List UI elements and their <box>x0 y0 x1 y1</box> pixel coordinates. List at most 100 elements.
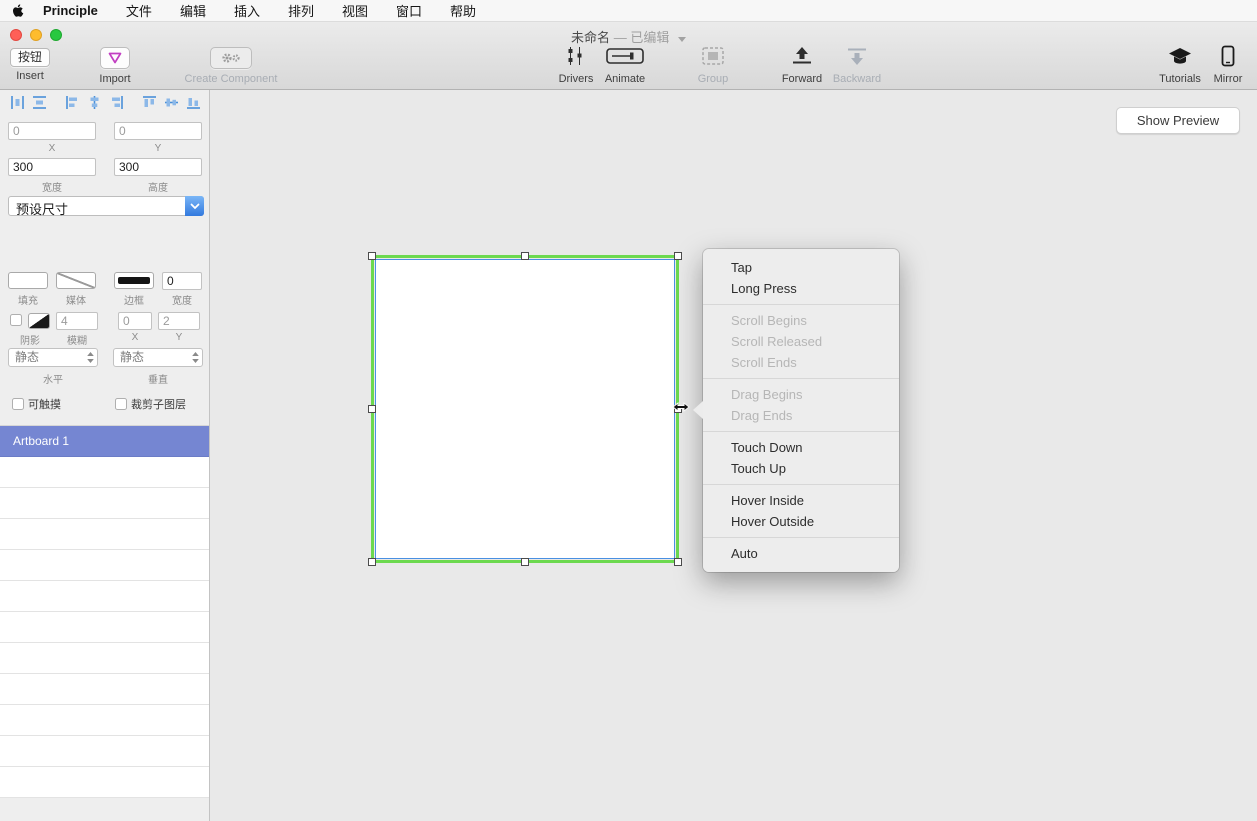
menu-item-tap[interactable]: Tap <box>703 257 899 278</box>
height-input[interactable] <box>114 158 202 176</box>
touchable-checkbox[interactable]: 可触摸 <box>12 396 61 412</box>
resize-handle-top[interactable] <box>521 252 529 260</box>
layer-row-artboard-1[interactable]: Artboard 1 <box>0 426 209 457</box>
horizontal-mode-popup[interactable]: 静态 <box>8 348 98 367</box>
menu-view[interactable]: 视图 <box>342 1 368 20</box>
align-left-icon[interactable] <box>65 95 80 110</box>
menu-item-scroll-ends: Scroll Ends <box>703 352 899 373</box>
window-title: 未命名 — 已编辑 <box>0 27 1257 46</box>
resize-handle-top-left[interactable] <box>368 252 376 260</box>
menu-item-drag-ends: Drag Ends <box>703 405 899 426</box>
clip-sublayers-checkbox[interactable]: 裁剪子图层 <box>115 396 186 412</box>
menu-arrange[interactable]: 排列 <box>288 1 314 20</box>
blur-input[interactable] <box>56 312 98 330</box>
vertical-mode-popup[interactable]: 静态 <box>113 348 203 367</box>
border-width-label: 宽度 <box>162 292 202 307</box>
animate-tool[interactable]: Animate <box>600 46 650 85</box>
distribute-h-icon[interactable] <box>10 95 25 110</box>
y-label: Y <box>114 143 202 154</box>
tutorials-label: Tutorials <box>1154 73 1206 85</box>
shadow-swatch[interactable] <box>28 313 50 329</box>
width-input[interactable] <box>8 158 96 176</box>
animate-icon <box>606 46 644 71</box>
group-icon <box>701 46 725 71</box>
fill-label: 填充 <box>8 292 48 307</box>
align-bottom-icon[interactable] <box>186 95 201 110</box>
drivers-tool[interactable]: Drivers <box>554 46 598 85</box>
menubar: Principle 文件 编辑 插入 排列 视图 窗口 帮助 <box>0 0 1257 22</box>
align-top-icon[interactable] <box>142 95 157 110</box>
resize-handle-top-right[interactable] <box>674 252 682 260</box>
menu-item-auto[interactable]: Auto <box>703 543 899 564</box>
border-width-input[interactable] <box>162 272 202 290</box>
menu-item-touch-up[interactable]: Touch Up <box>703 458 899 479</box>
mirror-tool[interactable]: Mirror <box>1206 46 1250 85</box>
horizontal-label: 水平 <box>8 371 98 386</box>
artboard-1[interactable] <box>375 259 675 559</box>
menu-item-hover-inside[interactable]: Hover Inside <box>703 490 899 511</box>
backward-label: Backward <box>830 73 884 85</box>
resize-handle-left[interactable] <box>368 405 376 413</box>
shadow-y-input[interactable] <box>158 312 200 330</box>
shadow-y-label: Y <box>158 332 200 343</box>
border-swatch[interactable] <box>114 272 154 289</box>
layer-row-empty <box>0 736 209 767</box>
x-label: X <box>8 143 96 154</box>
group-label: Group <box>688 73 738 85</box>
menu-file[interactable]: 文件 <box>126 1 152 20</box>
align-v-center-icon[interactable] <box>164 95 179 110</box>
menu-edit[interactable]: 编辑 <box>180 1 206 20</box>
resize-handle-bottom-left[interactable] <box>368 558 376 566</box>
menu-separator <box>703 378 899 379</box>
combo-chevron-icon[interactable] <box>185 196 204 216</box>
title-chevron-icon[interactable] <box>678 37 686 42</box>
event-picker-menu: Tap Long Press Scroll Begins Scroll Rele… <box>703 249 899 572</box>
insert-label: Insert <box>8 70 52 82</box>
media-swatch[interactable] <box>56 272 96 289</box>
forward-tool[interactable]: Forward <box>778 46 826 85</box>
alignment-toolbar <box>10 95 208 110</box>
menu-item-long-press[interactable]: Long Press <box>703 278 899 299</box>
layer-row-empty <box>0 457 209 488</box>
insert-button[interactable]: 按钮 <box>10 48 50 67</box>
import-tool[interactable]: Import <box>94 46 136 85</box>
apple-icon[interactable] <box>12 3 25 18</box>
resize-handle-bottom[interactable] <box>521 558 529 566</box>
menu-window[interactable]: 窗口 <box>396 1 422 20</box>
menu-item-touch-down[interactable]: Touch Down <box>703 437 899 458</box>
y-input[interactable] <box>114 122 202 140</box>
height-label: 高度 <box>114 179 202 194</box>
x-input[interactable] <box>8 122 96 140</box>
align-h-center-icon[interactable] <box>87 95 102 110</box>
animate-label: Animate <box>600 73 650 85</box>
shadow-x-input[interactable] <box>118 312 152 330</box>
menu-separator <box>703 537 899 538</box>
resize-handle-bottom-right[interactable] <box>674 558 682 566</box>
forward-label: Forward <box>778 73 826 85</box>
menu-item-hover-outside[interactable]: Hover Outside <box>703 511 899 532</box>
menu-separator <box>703 484 899 485</box>
drivers-label: Drivers <box>554 73 598 85</box>
preset-size-combo[interactable]: 预设尺寸 <box>8 196 204 216</box>
menu-separator <box>703 431 899 432</box>
border-color-bar <box>118 277 150 284</box>
shadow-x-label: X <box>118 332 152 343</box>
menu-help[interactable]: 帮助 <box>450 1 476 20</box>
preset-size-value: 预设尺寸 <box>16 199 68 218</box>
show-preview-button[interactable]: Show Preview <box>1116 107 1240 134</box>
align-right-icon[interactable] <box>109 95 124 110</box>
width-label: 宽度 <box>8 179 96 194</box>
edited-badge: 已编辑 <box>630 30 669 45</box>
distribute-v-icon[interactable] <box>32 95 47 110</box>
drivers-icon <box>565 46 587 71</box>
fill-swatch[interactable] <box>8 272 48 289</box>
tutorials-tool[interactable]: Tutorials <box>1154 46 1206 85</box>
mirror-label: Mirror <box>1206 73 1250 85</box>
blur-label: 模糊 <box>56 332 98 347</box>
create-component-label: Create Component <box>178 73 284 85</box>
backward-icon <box>842 46 872 71</box>
shadow-checkbox[interactable] <box>10 314 22 326</box>
menu-app-name[interactable]: Principle <box>43 3 98 18</box>
window-titlebar: 未命名 — 已编辑 按钮 Insert Import Create Compon… <box>0 22 1257 90</box>
menu-insert[interactable]: 插入 <box>234 1 260 20</box>
